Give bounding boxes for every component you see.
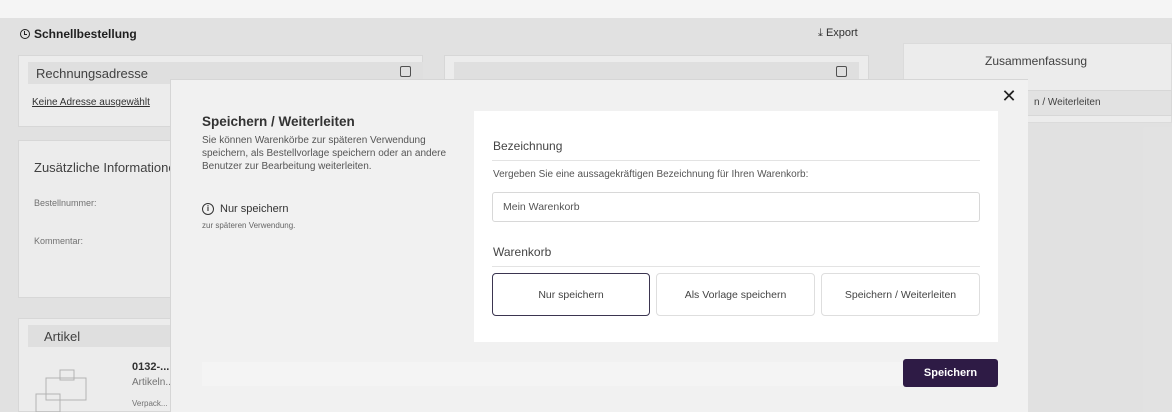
close-icon[interactable]: ✕ bbox=[998, 86, 1020, 108]
cart-name-input[interactable] bbox=[492, 192, 980, 222]
name-hint: Vergeben Sie eine aussagekräftigen Bezei… bbox=[493, 169, 809, 180]
modal-footer bbox=[202, 362, 998, 386]
cart-section-label: Warenkorb bbox=[493, 245, 552, 259]
divider bbox=[492, 266, 980, 267]
option-info: i Nur speichern bbox=[202, 203, 288, 215]
modal-title: Speichern / Weiterleiten bbox=[202, 114, 355, 129]
modal-description: Sie können Warenkörbe zur späteren Verwe… bbox=[202, 135, 447, 172]
option-save-only-button[interactable]: Nur speichern bbox=[492, 273, 650, 316]
info-icon: i bbox=[202, 203, 214, 215]
option-save-forward-button[interactable]: Speichern / Weiterleiten bbox=[821, 273, 980, 316]
save-button[interactable]: Speichern bbox=[903, 359, 998, 387]
option-subtitle: zur späteren Verwendung. bbox=[202, 221, 296, 230]
option-save-template-button[interactable]: Als Vorlage speichern bbox=[656, 273, 815, 316]
option-title: Nur speichern bbox=[220, 203, 289, 215]
name-section-label: Bezeichnung bbox=[493, 139, 563, 153]
divider bbox=[492, 160, 980, 161]
